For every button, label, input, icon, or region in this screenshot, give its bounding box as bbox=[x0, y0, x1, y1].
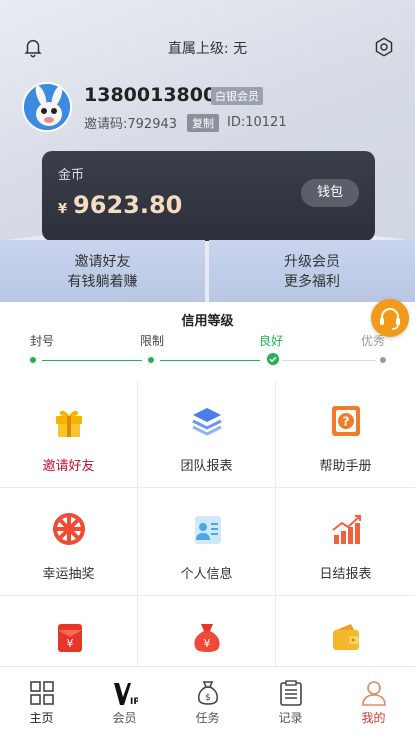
tab-label: 我的 bbox=[361, 711, 386, 725]
red-envelope-icon: ¥ bbox=[57, 624, 82, 652]
menu-item-daily-report[interactable]: 日结报表 bbox=[276, 488, 415, 596]
gear-icon[interactable] bbox=[373, 36, 395, 58]
credit-title: 信用等级 bbox=[181, 314, 234, 329]
menu-item-help[interactable]: ? 帮助手册 bbox=[276, 380, 415, 488]
menu-item-label: 团队报表 bbox=[180, 459, 233, 474]
bar-chart-icon bbox=[331, 515, 361, 544]
top-bar: 直属上级: 无 bbox=[0, 30, 415, 64]
id-card-icon bbox=[194, 516, 221, 544]
home-grid-icon bbox=[30, 681, 54, 705]
menu-item-wallet[interactable] bbox=[276, 596, 415, 675]
tab-vip[interactable]: IP 会员 bbox=[83, 667, 166, 736]
promo-upgrade[interactable]: 升级会员 更多福利 bbox=[209, 240, 415, 302]
avatar[interactable] bbox=[22, 82, 72, 132]
bottom-tab-bar: 主页 IP 会员 $ 任务 记录 我的 bbox=[0, 666, 415, 736]
svg-text:¥: ¥ bbox=[203, 637, 210, 650]
vip-icon: IP bbox=[114, 683, 138, 707]
tab-label: 记录 bbox=[278, 711, 303, 725]
tab-home[interactable]: 主页 bbox=[0, 667, 83, 736]
menu-item-label: 帮助手册 bbox=[319, 459, 372, 474]
credit-dot bbox=[148, 357, 154, 363]
tab-label: 会员 bbox=[112, 711, 137, 725]
menu-item-team-report[interactable]: 团队报表 bbox=[138, 380, 276, 488]
feature-grid: 邀请好友 团队报表 ? 帮助手册 幸运抽奖 个人信息 日结报表 ¥ ¥ bbox=[0, 380, 415, 675]
invite-row: 邀请码:792943 复制 ID:10121 bbox=[84, 113, 287, 132]
superior-text: 直属上级: 无 bbox=[167, 41, 248, 57]
user-icon bbox=[362, 681, 386, 706]
menu-item-label: 日结报表 bbox=[319, 567, 372, 582]
credit-dot bbox=[380, 357, 386, 363]
promo-invite-subtitle: 有钱躺着赚 bbox=[67, 274, 138, 290]
layers-icon bbox=[191, 408, 222, 436]
promo-upgrade-title: 升级会员 bbox=[284, 254, 340, 270]
lucky-wheel-icon bbox=[52, 513, 85, 545]
gold-value: 9623.80 bbox=[73, 191, 183, 219]
tab-tasks[interactable]: $ 任务 bbox=[166, 667, 249, 736]
credit-progress-line bbox=[160, 360, 260, 361]
credit-level-panel: 信用等级 封号 限制 良好 优秀 bbox=[0, 302, 415, 380]
wallet-icon bbox=[332, 624, 359, 650]
credit-progress-line bbox=[42, 360, 142, 361]
customer-service-icon[interactable] bbox=[371, 299, 409, 337]
tab-label: 任务 bbox=[195, 711, 220, 725]
money-bag-task-icon: $ bbox=[197, 681, 219, 705]
level-badge: 白银会员 bbox=[211, 87, 263, 105]
money-bag-icon: ¥ bbox=[193, 624, 220, 652]
credit-remaining-line bbox=[282, 360, 376, 361]
gold-label: 金币 bbox=[58, 168, 85, 183]
svg-text:IP: IP bbox=[130, 697, 138, 707]
gold-card: 金币 ¥9623.80 钱包 bbox=[42, 151, 375, 241]
menu-item-label: 幸运抽奖 bbox=[42, 567, 95, 582]
promo-invite-title: 邀请好友 bbox=[74, 254, 131, 270]
menu-item-lucky-draw[interactable]: 幸运抽奖 bbox=[0, 488, 138, 596]
help-book-icon: ? bbox=[331, 406, 360, 436]
credit-dot bbox=[30, 357, 36, 363]
promo-invite[interactable]: 邀请好友 有钱躺着赚 bbox=[0, 240, 205, 302]
credit-step-banned: 封号 bbox=[30, 334, 55, 348]
currency-symbol: ¥ bbox=[58, 202, 68, 217]
tab-mine[interactable]: 我的 bbox=[332, 667, 415, 736]
menu-item-label: 个人信息 bbox=[180, 567, 233, 582]
gift-icon bbox=[55, 410, 82, 437]
gold-amount: ¥9623.80 bbox=[58, 191, 182, 219]
menu-item-invite[interactable]: 邀请好友 bbox=[0, 380, 138, 488]
menu-item-profile[interactable]: 个人信息 bbox=[138, 488, 276, 596]
credit-step-good: 良好 bbox=[259, 334, 284, 348]
menu-item-red-envelope[interactable]: ¥ bbox=[0, 596, 138, 675]
user-phone: 13800138000 bbox=[84, 84, 230, 106]
promo-upgrade-subtitle: 更多福利 bbox=[284, 274, 340, 290]
svg-text:?: ? bbox=[342, 415, 349, 429]
tab-label: 主页 bbox=[29, 711, 54, 725]
credit-step-limited: 限制 bbox=[140, 334, 165, 348]
menu-item-label: 邀请好友 bbox=[42, 459, 95, 474]
menu-item-money-bag[interactable]: ¥ bbox=[138, 596, 276, 675]
clipboard-icon bbox=[280, 680, 302, 706]
user-id: ID:10121 bbox=[227, 115, 287, 130]
copy-button[interactable]: 复制 bbox=[187, 113, 220, 132]
svg-text:$: $ bbox=[205, 693, 211, 703]
invite-code: 邀请码:792943 bbox=[84, 117, 178, 132]
tab-records[interactable]: 记录 bbox=[249, 667, 332, 736]
svg-text:¥: ¥ bbox=[66, 637, 73, 650]
check-icon bbox=[267, 353, 279, 365]
wallet-button[interactable]: 钱包 bbox=[301, 179, 359, 207]
